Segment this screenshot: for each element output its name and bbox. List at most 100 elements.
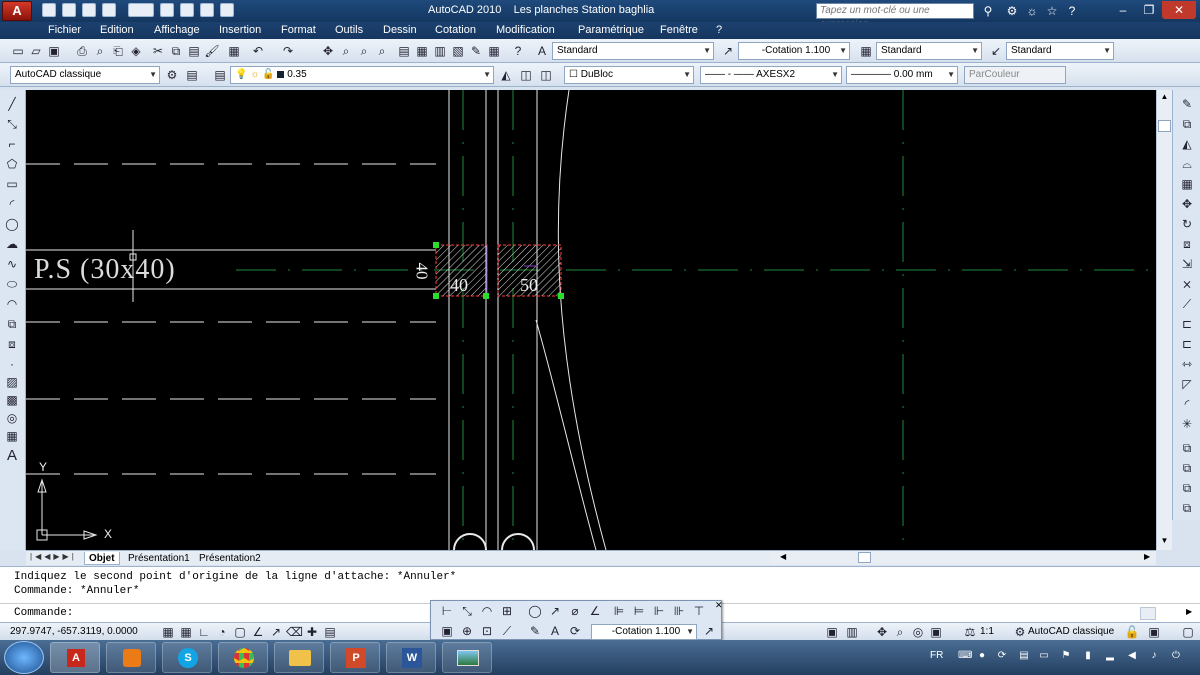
tray-skype-icon[interactable]: ●	[976, 650, 988, 662]
pan-status-icon[interactable]: ✥	[874, 624, 890, 640]
bring-above-icon[interactable]: ⧉	[1179, 480, 1195, 496]
text-style-icon[interactable]: A	[534, 43, 550, 59]
insert-block-icon[interactable]: ⧉	[4, 316, 20, 332]
explode-icon[interactable]: ✳	[1179, 416, 1195, 432]
dimension-space-icon[interactable]: ⊪	[671, 603, 687, 619]
cut-icon[interactable]: ✂	[150, 43, 166, 59]
new-file-icon[interactable]	[42, 3, 56, 17]
make-current-layer-icon[interactable]: ◭	[498, 67, 514, 83]
scroll-left-icon[interactable]: ◀	[780, 552, 786, 561]
autocad-logo-icon[interactable]: A	[2, 1, 32, 21]
ordinate-icon[interactable]: ⊞	[499, 603, 515, 619]
zoom-status-icon[interactable]: ⌕	[892, 624, 908, 640]
tab-objet[interactable]: Objet	[84, 552, 120, 565]
ellipse-icon[interactable]: ⬭	[4, 276, 20, 292]
tab-presentation1[interactable]: Présentation1	[124, 552, 194, 565]
workspace-dropdown[interactable]: AutoCAD classique ▼	[10, 66, 160, 84]
taskbar-autocad[interactable]: A	[50, 642, 100, 673]
floatbar-close-icon[interactable]: ✕	[715, 600, 723, 611]
drawing-canvas[interactable]: P.S (30x40) 40 50 40 Y X	[26, 90, 1156, 550]
save-icon[interactable]: ▣	[46, 43, 62, 59]
center-mark-icon[interactable]: ⊕	[459, 623, 475, 639]
close-button[interactable]: ✕	[1162, 1, 1196, 19]
construction-line-icon[interactable]: ⤡	[4, 116, 20, 132]
dimension-style-icon[interactable]: ↗	[701, 623, 717, 639]
quick-properties-icon[interactable]: ▤	[322, 624, 338, 640]
jogged-linear-icon[interactable]: ⟋	[499, 623, 515, 639]
tray-signal-icon[interactable]: ▂	[1104, 650, 1116, 662]
dimension-update-icon[interactable]: ⟳	[567, 623, 583, 639]
join-icon[interactable]: ⇿	[1179, 356, 1195, 372]
polygon-icon[interactable]: ⬠	[4, 156, 20, 172]
make-block-icon[interactable]: ⧈	[4, 336, 20, 352]
menu-help[interactable]: ?	[716, 24, 722, 36]
region-icon[interactable]: ◎	[4, 410, 20, 426]
angular-icon[interactable]: ∠	[587, 603, 603, 619]
copy-icon[interactable]: ⧉	[168, 43, 184, 59]
zoom-window-icon[interactable]: ⌕	[356, 43, 372, 59]
multiline-text-icon[interactable]: A	[4, 448, 20, 464]
sheet-set-icon[interactable]: ▧	[450, 43, 466, 59]
plot-icon[interactable]: ⎙	[74, 43, 90, 59]
taskbar-explorer[interactable]	[274, 642, 324, 673]
dimension-text-edit-icon[interactable]: A	[547, 623, 563, 639]
dynamic-ucs-icon[interactable]: ↗	[268, 624, 284, 640]
send-under-icon[interactable]: ⧉	[1179, 500, 1195, 516]
steeringwheel-icon[interactable]: ◎	[910, 624, 926, 640]
paste-icon[interactable]: ▤	[186, 43, 202, 59]
tray-keyboard-icon[interactable]: ⌨	[958, 650, 972, 662]
draworder-front-icon[interactable]: ⧉	[1179, 440, 1195, 456]
communication-center-icon[interactable]: ☼	[1024, 3, 1040, 19]
publish-icon[interactable]: ⎗	[110, 43, 126, 59]
gradient-icon[interactable]: ▩	[4, 392, 20, 408]
dimension-break-icon[interactable]: ⊤	[691, 603, 707, 619]
command-scroll-thumb[interactable]	[1140, 607, 1156, 620]
menu-parametrique[interactable]: Paramétrique	[578, 24, 644, 36]
table-style-icon[interactable]: ▦	[858, 43, 874, 59]
help-search-input[interactable]: Tapez un mot-clé ou une expression	[816, 3, 974, 30]
open-icon[interactable]: ▱	[28, 43, 44, 59]
menu-outils[interactable]: Outils	[335, 24, 363, 36]
dim-style-icon[interactable]: ↗	[720, 43, 736, 59]
tray-flag-icon[interactable]: ⚑	[1060, 650, 1072, 662]
publish-icon[interactable]	[200, 3, 214, 17]
trim-icon[interactable]: ⨯	[1179, 276, 1195, 292]
quick-view-layouts-icon[interactable]: ▥	[844, 624, 860, 640]
dimension-label-right[interactable]: 50	[520, 275, 538, 296]
mleader-style-dropdown[interactable]: Standard ▼	[1006, 42, 1114, 60]
taskbar-chrome[interactable]	[218, 642, 268, 673]
rotate-icon[interactable]: ↻	[1179, 216, 1195, 232]
object-snap-icon[interactable]: ▢	[232, 624, 248, 640]
toolbar-lock-icon[interactable]: 🔓	[1124, 624, 1140, 640]
block-editor-icon[interactable]: ▦	[226, 43, 242, 59]
taskbar-skype[interactable]: S	[162, 642, 212, 673]
workspace-settings-icon[interactable]: ⚙	[164, 67, 180, 83]
markup-icon[interactable]: ✎	[468, 43, 484, 59]
continue-icon[interactable]: ⊩	[651, 603, 667, 619]
taskbar-media[interactable]	[106, 642, 156, 673]
copy-object-icon[interactable]: ⧉	[1179, 116, 1195, 132]
hscroll-thumb[interactable]	[858, 552, 871, 563]
favorites-star-icon[interactable]: ☆	[1044, 3, 1060, 19]
command-scroll-right-icon[interactable]: ▶	[1186, 607, 1192, 616]
annotation-scale-icon[interactable]: ⚖	[962, 624, 978, 640]
break-at-point-icon[interactable]: ⊏	[1179, 316, 1195, 332]
layer-states-icon[interactable]: ▤	[212, 67, 228, 83]
dynamic-input-icon[interactable]: ⌫	[286, 624, 303, 640]
menu-affichage[interactable]: Affichage	[154, 24, 200, 36]
tab-presentation2[interactable]: Présentation2	[195, 552, 265, 565]
tray-network-icon[interactable]: ▤	[1018, 650, 1030, 662]
binoculars-icon[interactable]: ⚲	[980, 3, 996, 19]
menu-dessin[interactable]: Dessin	[383, 24, 417, 36]
vertical-scrollbar[interactable]: ▲ ▼	[1156, 90, 1172, 550]
minimize-button[interactable]: –	[1110, 1, 1136, 19]
layer-dropdown[interactable]: 💡 ☼ 🔓 0.35 ▼	[230, 66, 494, 84]
tool-palettes-icon[interactable]: ▥	[432, 43, 448, 59]
scale-icon[interactable]: ⧈	[1179, 236, 1195, 252]
plot-preview-icon[interactable]	[180, 3, 194, 17]
move-icon[interactable]: ✥	[1179, 196, 1195, 212]
undo-icon[interactable]: ↶	[250, 43, 266, 59]
language-indicator[interactable]: FR	[930, 650, 943, 661]
dimension-label-vertical[interactable]: 40	[412, 263, 432, 280]
workspace-switch-icon[interactable]: ⚙	[1012, 624, 1028, 640]
